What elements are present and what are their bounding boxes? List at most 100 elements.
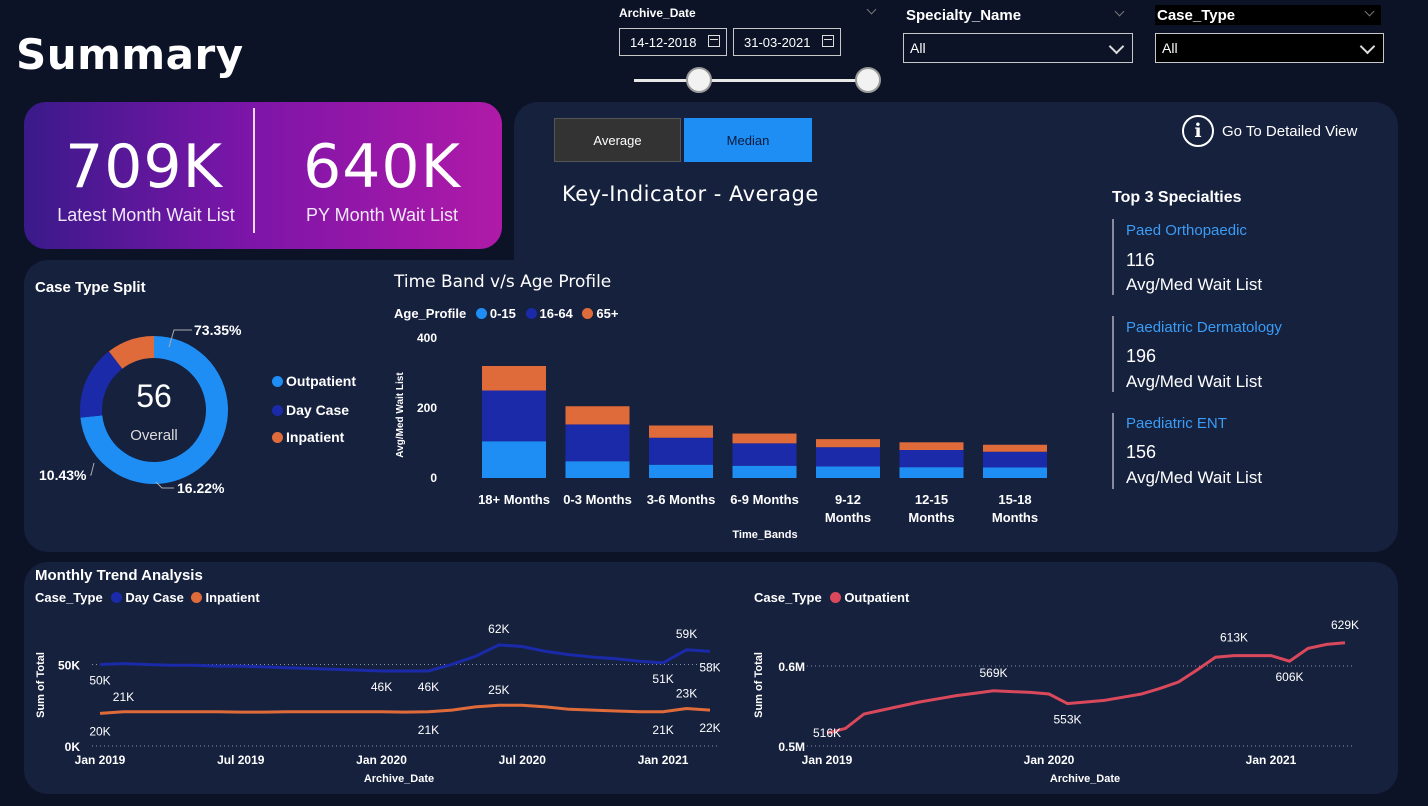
legend-dot-icon: [111, 592, 123, 603]
data-label: 606K: [1275, 670, 1303, 684]
bar-segment-0-15: [565, 461, 630, 478]
go-to-detailed-view-link[interactable]: Go To Detailed View: [1222, 123, 1357, 140]
data-label: 21K: [418, 723, 439, 737]
trend-title: Monthly Trend Analysis: [35, 567, 203, 584]
top3-divider: [1112, 413, 1114, 489]
bar-segment-65+: [482, 366, 546, 391]
bar-x-tick: Months: [992, 510, 1038, 525]
trend-chart-right: 0.5M 0.6M Jan 2019 Jan 2020 Jan 2021 516K 569K…: [753, 618, 1359, 785]
bar-x-tick: 15-18: [998, 492, 1031, 507]
specialty-3-sub: Avg/Med Wait List: [1126, 468, 1263, 487]
data-label: 569K: [979, 666, 1007, 680]
bar-y-axis-title: Avg/Med Wait List: [395, 372, 406, 458]
info-icon[interactable]: i: [1182, 115, 1214, 147]
case-type-value: All: [1162, 40, 1178, 56]
y-tick: 50K: [58, 658, 80, 672]
trend-right-legend: Case_Type Outpatient: [754, 590, 909, 605]
data-label: 46K: [418, 680, 439, 694]
bar-segment-65+: [649, 425, 713, 438]
trend-chart-left: 0K 50K Jan 2019 Jul 2019 Jan 2020 Jul 2020 Jan…: [35, 622, 720, 785]
bar-segment-16-64: [482, 390, 546, 442]
start-date-value: 14-12-2018: [630, 34, 697, 50]
x-tick: Jan 2020: [356, 753, 407, 767]
data-label: 21K: [652, 723, 673, 737]
y-tick: 0.5M: [778, 740, 805, 754]
legend-title: Case_Type: [754, 590, 822, 605]
legend-dot-icon: [582, 308, 594, 319]
data-label: 25K: [488, 683, 509, 697]
data-label: 50K: [89, 673, 110, 687]
donut-slice-day-case: [80, 351, 123, 418]
data-label: 516K: [813, 726, 841, 740]
trend-right-x-title: Archive_Date: [1050, 773, 1120, 785]
bar-segment-0-15: [732, 465, 797, 478]
bar-segment-65+: [983, 444, 1047, 452]
archive-date-label: Archive_Date: [619, 6, 696, 20]
x-tick: Jul 2019: [217, 753, 265, 767]
bar-segment-65+: [732, 433, 797, 444]
py-month-value: 640K: [303, 132, 461, 202]
calendar-icon[interactable]: [822, 35, 834, 47]
specialty-2-name: Paediatric Dermatology: [1126, 319, 1282, 336]
bar-segment-0-15: [649, 464, 713, 478]
archive-date-chevron-icon[interactable]: [866, 4, 877, 15]
bar-x-tick: 0-3 Months: [563, 492, 632, 507]
legend-outpatient: Outpatient: [272, 373, 356, 389]
bar-segment-16-64: [732, 443, 797, 466]
specialty-header-chevron-icon[interactable]: [1114, 6, 1125, 17]
legend-dot-icon: [272, 376, 283, 387]
bar-legend: Age_Profile 0-15 16-64 65+: [394, 306, 618, 321]
latest-month-label: Latest Month Wait List: [57, 205, 235, 225]
bar-x-tick: 18+ Months: [478, 492, 550, 507]
donut-label-day-case: 16.22%: [177, 480, 225, 496]
x-tick: Jan 2020: [1024, 753, 1075, 767]
bar-x-tick: 12-15: [915, 492, 948, 507]
bar-segment-16-64: [649, 437, 713, 465]
donut-label-outpatient: 73.35%: [194, 322, 242, 338]
bar-segment-16-64: [816, 447, 880, 467]
trend-right-y-title: Sum of Total: [753, 652, 765, 718]
specialty-label: Specialty_Name: [906, 7, 1022, 24]
end-date-value: 31-03-2021: [744, 34, 811, 50]
legend-label: Inpatient: [205, 590, 260, 605]
data-label: 20K: [89, 724, 110, 738]
specialty-dropdown[interactable]: All: [903, 33, 1133, 63]
bar-chart: 0 200 400 18+ Months 0-3 Months 3-6 Months 6-9…: [395, 331, 1047, 541]
case-type-label: Case_Type: [1155, 5, 1381, 25]
latest-month-value: 709K: [65, 132, 223, 202]
bar-x-axis-title: Time_Bands: [732, 529, 797, 541]
chevron-down-icon[interactable]: [1359, 38, 1376, 55]
median-toggle-button[interactable]: Median: [684, 118, 812, 162]
x-tick: Jul 2020: [499, 753, 547, 767]
date-range-start-handle[interactable]: [686, 67, 712, 93]
trend-left-y-title: Sum of Total: [35, 652, 47, 718]
bar-segment-65+: [816, 439, 880, 448]
x-tick: Jan 2021: [638, 753, 689, 767]
data-label: 51K: [652, 672, 673, 686]
case-type-dropdown[interactable]: All: [1155, 33, 1384, 63]
x-tick: Jan 2021: [1246, 753, 1297, 767]
bar-x-tick: 6-9 Months: [730, 492, 799, 507]
start-date-input[interactable]: 14-12-2018: [619, 28, 727, 56]
date-range-track[interactable]: [634, 79, 870, 82]
trend-left-legend: Case_Type Day Case Inpatient: [35, 590, 260, 605]
calendar-icon[interactable]: [708, 35, 720, 47]
specialty-1-name: Paed Orthopaedic: [1126, 222, 1247, 239]
y-tick: 0.6M: [778, 660, 805, 674]
data-label: 613K: [1220, 631, 1248, 645]
trend-line-inpatient: [99, 703, 711, 715]
legend-dot-icon: [272, 432, 283, 443]
chevron-down-icon[interactable]: [1108, 38, 1125, 55]
data-label: 46K: [371, 680, 392, 694]
bar-segment-0-15: [983, 467, 1047, 478]
page-title: Summary: [16, 30, 244, 79]
donut-label-inpatient: 10.43%: [39, 467, 87, 483]
py-month-label: PY Month Wait List: [305, 205, 459, 225]
trend-line-outpatient: [826, 641, 1346, 735]
legend-label: Outpatient: [286, 373, 356, 389]
end-date-input[interactable]: 31-03-2021: [733, 28, 841, 56]
data-label: 58K: [699, 660, 720, 674]
date-range-end-handle[interactable]: [855, 67, 881, 93]
average-toggle-button[interactable]: Average: [554, 118, 681, 162]
legend-label: 16-64: [539, 306, 573, 321]
